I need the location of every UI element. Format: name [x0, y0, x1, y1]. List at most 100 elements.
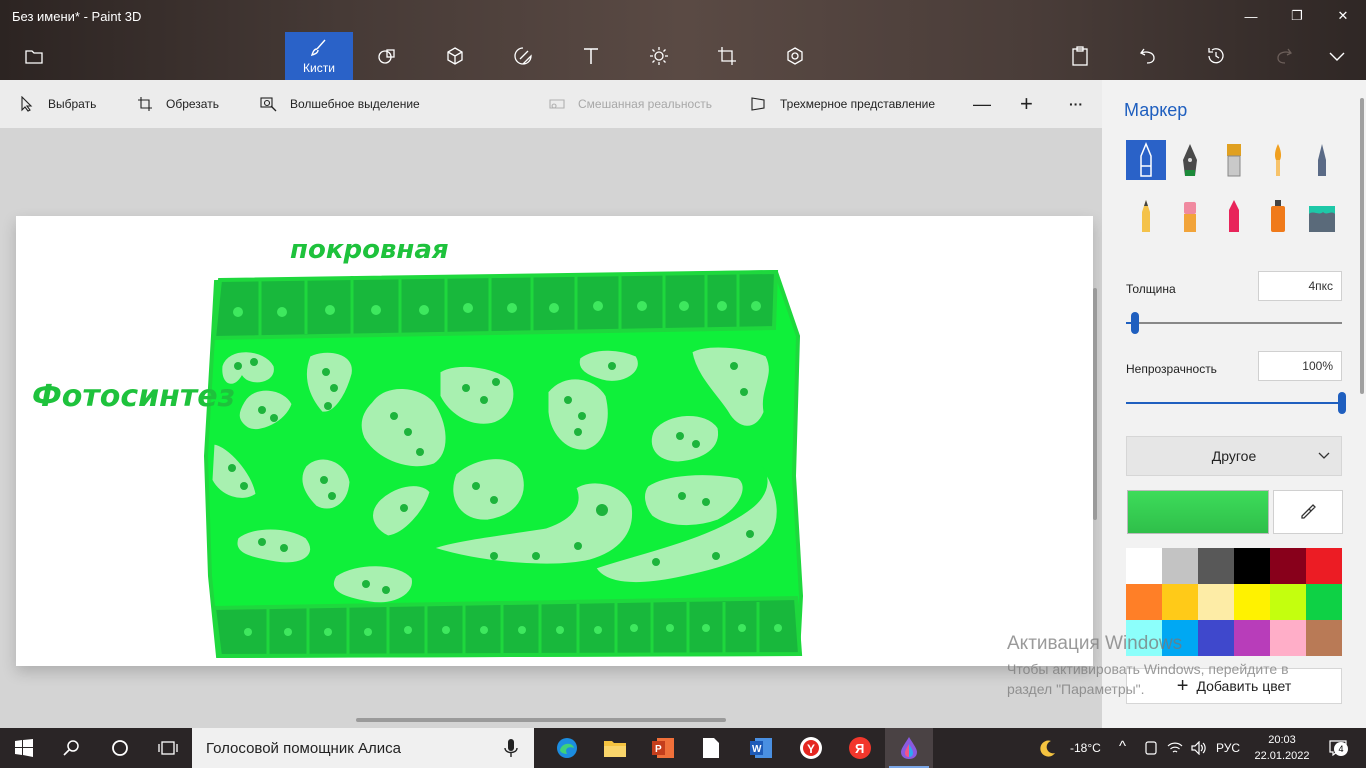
marker-icon	[1140, 142, 1152, 177]
current-color-swatch[interactable]	[1127, 490, 1269, 534]
thickness-slider-track[interactable]	[1126, 322, 1342, 324]
pencil-brush[interactable]	[1126, 196, 1166, 236]
sub-toolbar: Выбрать Обрезать Волшебное выделение Сме…	[0, 80, 1102, 128]
select-label: Выбрать	[48, 97, 97, 111]
more-options-button[interactable]: ···	[1069, 80, 1083, 128]
eraser-brush[interactable]	[1170, 196, 1210, 236]
menu-button[interactable]	[0, 32, 68, 80]
drawing-canvas[interactable]: покровная Фотосинтез	[16, 216, 1093, 666]
select-button[interactable]: Выбрать	[16, 80, 96, 128]
panel-scrollbar[interactable]	[1360, 98, 1364, 394]
color-swatch[interactable]	[1234, 584, 1270, 620]
word-app[interactable]: W	[737, 728, 785, 768]
color-swatch[interactable]	[1270, 584, 1306, 620]
color-swatch[interactable]	[1306, 584, 1342, 620]
wifi-icon	[1167, 742, 1183, 753]
chevron-down-icon	[1317, 448, 1331, 464]
cortana-icon	[112, 740, 128, 756]
clock-time: 20:03	[1268, 734, 1296, 746]
undo-button[interactable]	[1114, 32, 1182, 80]
brush-panel: Маркер Толщина 4пкс Непрозрачность 100% …	[1102, 80, 1366, 728]
show-hidden-icons[interactable]: ^	[1119, 738, 1126, 755]
cube-icon	[444, 45, 466, 67]
thickness-slider-thumb[interactable]	[1130, 312, 1139, 334]
yandex-browser-app[interactable]: Y	[787, 728, 835, 768]
mixed-reality-button[interactable]: Смешанная реальность	[546, 80, 712, 128]
tool-3d-shapes[interactable]	[421, 32, 489, 80]
tool-brushes[interactable]: Кисти	[285, 32, 353, 80]
oil-brush[interactable]	[1214, 140, 1254, 180]
tool-stickers[interactable]	[489, 32, 557, 80]
marker-brush[interactable]	[1126, 140, 1166, 180]
history-button[interactable]	[1182, 32, 1250, 80]
tool-canvas[interactable]	[693, 32, 761, 80]
calligraphy-pen-brush[interactable]	[1170, 140, 1210, 180]
magic-select-button[interactable]: Волшебное выделение	[258, 80, 420, 128]
expand-toolbar-button[interactable]	[1308, 32, 1366, 80]
opacity-slider-thumb[interactable]	[1338, 392, 1346, 414]
color-swatch[interactable]	[1270, 548, 1306, 584]
paste-button[interactable]	[1046, 32, 1114, 80]
close-button[interactable]: ✕	[1320, 0, 1366, 32]
color-swatch[interactable]	[1198, 584, 1234, 620]
weather-widget[interactable]	[1024, 728, 1072, 768]
vertical-scrollbar[interactable]	[1093, 288, 1097, 520]
horizontal-scrollbar[interactable]	[356, 718, 726, 722]
crayon-brush[interactable]	[1214, 196, 1254, 236]
zoom-in-button[interactable]: +	[1020, 80, 1033, 128]
window-title: Без имени* - Paint 3D	[12, 9, 142, 24]
vpn-tray[interactable]	[1138, 728, 1164, 768]
color-swatch[interactable]	[1162, 548, 1198, 584]
language-indicator[interactable]: РУС	[1216, 741, 1240, 755]
history-icon	[1205, 45, 1227, 67]
opacity-input[interactable]: 100%	[1258, 351, 1342, 381]
zoom-out-button[interactable]: —	[973, 80, 991, 128]
fill-brush[interactable]	[1302, 196, 1342, 236]
color-swatch[interactable]	[1306, 548, 1342, 584]
color-swatch[interactable]	[1162, 584, 1198, 620]
word-icon: W	[750, 738, 772, 758]
color-swatch[interactable]	[1126, 584, 1162, 620]
pencil-icon	[1142, 200, 1150, 232]
wifi-tray[interactable]	[1162, 728, 1188, 768]
search-box[interactable]: Голосовой помощник Алиса	[192, 728, 534, 768]
document-icon	[703, 738, 719, 758]
clock[interactable]: 20:03 22.01.2022	[1252, 732, 1312, 764]
label-left: Фотосинтез	[32, 379, 235, 414]
pixel-pen-brush[interactable]	[1302, 140, 1342, 180]
spray-can-brush[interactable]	[1258, 196, 1298, 236]
cortana-button[interactable]	[96, 728, 144, 768]
thickness-input[interactable]: 4пкс	[1258, 271, 1342, 301]
paint-3d-app[interactable]	[885, 728, 933, 768]
edge-app[interactable]	[543, 728, 591, 768]
microphone-icon[interactable]	[504, 738, 518, 762]
tool-2d-shapes[interactable]	[353, 32, 421, 80]
notepad-app[interactable]	[687, 728, 735, 768]
yandex-app[interactable]: Я	[836, 728, 884, 768]
file-explorer-app[interactable]	[591, 728, 639, 768]
minimize-button[interactable]: —	[1228, 0, 1274, 32]
crop-button[interactable]: Обрезать	[134, 80, 219, 128]
volume-tray[interactable]	[1186, 728, 1212, 768]
leaf-cross-section-drawing: покровная Фотосинтез	[32, 235, 804, 659]
eyedropper-button[interactable]	[1273, 490, 1343, 534]
color-swatch[interactable]	[1198, 548, 1234, 584]
clock-date: 22.01.2022	[1254, 750, 1310, 762]
start-button[interactable]	[0, 728, 48, 768]
color-swatch[interactable]	[1234, 548, 1270, 584]
color-swatch[interactable]	[1126, 548, 1162, 584]
windows-logo-icon	[15, 739, 33, 757]
view-3d-button[interactable]: Трехмерное представление	[748, 80, 935, 128]
svg-text:Y: Y	[807, 742, 815, 756]
color-mode-dropdown[interactable]: Другое	[1126, 436, 1342, 476]
search-button[interactable]	[48, 728, 96, 768]
powerpoint-app[interactable]: P	[639, 728, 687, 768]
speaker-icon	[1191, 741, 1206, 755]
weather-temperature[interactable]: -18°C	[1070, 741, 1101, 755]
task-view-button[interactable]	[144, 728, 192, 768]
restore-button[interactable]: ❐	[1274, 0, 1320, 32]
tool-effects[interactable]	[625, 32, 693, 80]
watercolor-brush[interactable]	[1258, 140, 1298, 180]
tool-text[interactable]	[557, 32, 625, 80]
tool-3d-library[interactable]	[761, 32, 829, 80]
